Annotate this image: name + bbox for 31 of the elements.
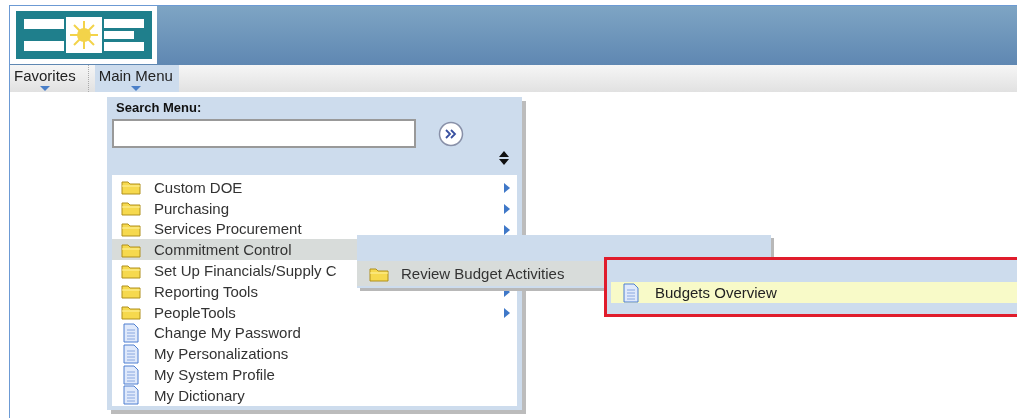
menu-item[interactable]: My Dictionary [112, 384, 517, 406]
document-icon [121, 343, 141, 364]
menu-item[interactable]: My Personalizations [112, 343, 517, 365]
dropdown-arrow-icon [130, 86, 141, 91]
dropdown-arrow-icon [39, 86, 50, 91]
folder-icon [121, 179, 141, 196]
menu-item[interactable]: Budgets Overview [611, 282, 1017, 303]
go-button[interactable] [438, 120, 464, 147]
menu-item[interactable]: PeopleTools [112, 301, 517, 323]
folder-icon [121, 221, 141, 237]
nav-tab[interactable]: Main Menu [94, 65, 179, 92]
folder-icon [121, 304, 141, 321]
logo-icon [10, 6, 157, 64]
document-icon [121, 322, 141, 343]
document-icon [121, 385, 141, 406]
nav-tab[interactable]: Favorites [10, 65, 80, 92]
folder-icon [121, 200, 141, 217]
menu-item[interactable]: Change My Password [112, 322, 517, 344]
menu-item[interactable]: Services Procurement [112, 218, 517, 240]
folder-icon [121, 241, 141, 258]
menu-item[interactable]: Purchasing [112, 197, 517, 219]
folder-icon [369, 265, 389, 282]
folder-icon [121, 283, 141, 300]
search-label: Search Menu: [116, 100, 203, 115]
menu-item[interactable]: My System Profile [112, 364, 517, 385]
menu-item[interactable]: Custom DOE [112, 177, 517, 198]
document-icon [621, 282, 641, 303]
sort-icon[interactable] [499, 151, 509, 165]
folder-icon [121, 262, 141, 279]
document-icon [121, 364, 141, 385]
search-field[interactable] [112, 119, 416, 148]
